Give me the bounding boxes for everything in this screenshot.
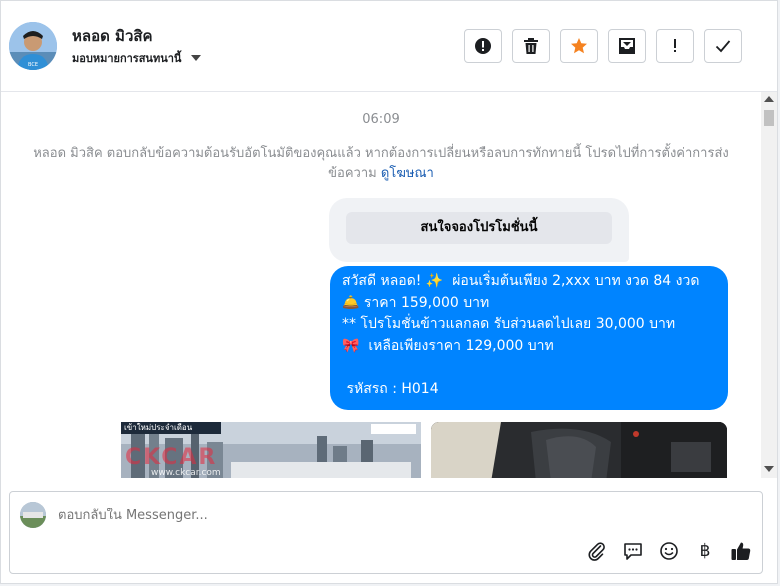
svg-text:BCE: BCE (28, 62, 38, 68)
contact-name: หลอด มิวสิค (72, 27, 153, 45)
conversation-header: BCE หลอด มิวสิค มอบหมายการสนทนานี้ (1, 1, 777, 92)
message-line: รหัสรถ : H014 (342, 380, 439, 397)
trash-icon (524, 38, 538, 54)
check-icon (715, 40, 731, 53)
outgoing-message-bubble[interactable]: สวัสดี หลอด! ✨ ผ่อนเริ่มต้นเพียง 2,xxx บ… (330, 266, 728, 410)
saved-replies-button[interactable] (622, 540, 644, 562)
done-button[interactable] (704, 29, 742, 63)
scroll-down-arrow-icon[interactable] (764, 466, 774, 472)
auto-reply-notice: หลอด มิวสิค ตอบกลับข้อความต้อนรับอัตโนมั… (13, 144, 749, 184)
baht-icon: ฿ (699, 541, 711, 561)
attach-button[interactable] (586, 540, 608, 562)
archive-button[interactable] (608, 29, 646, 63)
delete-button[interactable] (512, 29, 550, 63)
scroll-up-arrow-icon[interactable] (764, 96, 774, 102)
exclamation-icon (674, 39, 676, 52)
message-line: 🎀 เหลือเพียงราคา 129,000 บาท (342, 337, 554, 354)
car-promo-image[interactable]: เข้าใหม่ประจำเดือน CKCAR www.ckcar.com (121, 422, 421, 478)
chat-bubble-icon (624, 543, 642, 560)
image-banner-text: เข้าใหม่ประจำเดือน (124, 423, 193, 432)
emoji-button[interactable] (658, 540, 680, 562)
message-line: สวัสดี หลอด! ✨ ผ่อนเริ่มต้นเพียง 2,xxx บ… (342, 273, 700, 289)
image-watermark: CKCAR (125, 445, 218, 470)
message-thread[interactable]: 06:09 หลอด มิวสิค ตอบกลับข้อความต้อนรับอ… (1, 92, 761, 478)
caret-down-icon (191, 55, 202, 61)
chat-scrollbar[interactable] (761, 92, 777, 478)
contact-avatar[interactable]: BCE (9, 22, 57, 70)
reply-composer: ฿ (9, 491, 763, 574)
star-icon (571, 38, 587, 54)
spam-button[interactable] (464, 29, 502, 63)
archive-icon (619, 38, 635, 54)
smiley-icon (660, 542, 678, 560)
reply-input[interactable] (58, 508, 558, 523)
message-line: 🛎️ ราคา 159,000 บาท (342, 294, 490, 311)
car-interior-image[interactable] (431, 422, 727, 478)
payment-button[interactable]: ฿ (694, 540, 716, 562)
view-ad-link[interactable]: ดูโฆษณา (381, 166, 434, 181)
follow-up-button[interactable] (656, 29, 694, 63)
exclamation-circle-icon (475, 38, 491, 54)
star-button[interactable] (560, 29, 598, 63)
message-line: ** โปรโมชั่นข้าวแลกลด รับส่วนลดไปเลย 30,… (342, 316, 676, 332)
quick-reply-button[interactable]: สนใจจองโปรโมชั่นนี้ (346, 212, 612, 244)
page-avatar (20, 502, 46, 528)
paperclip-icon (588, 542, 605, 561)
messenger-inbox-window: BCE หลอด มิวสิค มอบหมายการสนทนานี้ 06:09 (0, 0, 778, 584)
quick-reply-card: สนใจจองโปรโมชั่นนี้ (329, 198, 629, 262)
image-caption: www.ckcar.com (151, 468, 221, 478)
assign-conversation-dropdown[interactable]: มอบหมายการสนทนานี้ (72, 49, 202, 67)
message-timestamp: 06:09 (362, 112, 400, 127)
scrollbar-thumb[interactable] (764, 110, 774, 126)
like-button[interactable] (730, 540, 752, 562)
thumbs-up-icon (731, 542, 751, 560)
assign-label: มอบหมายการสนทนานี้ (72, 52, 182, 65)
